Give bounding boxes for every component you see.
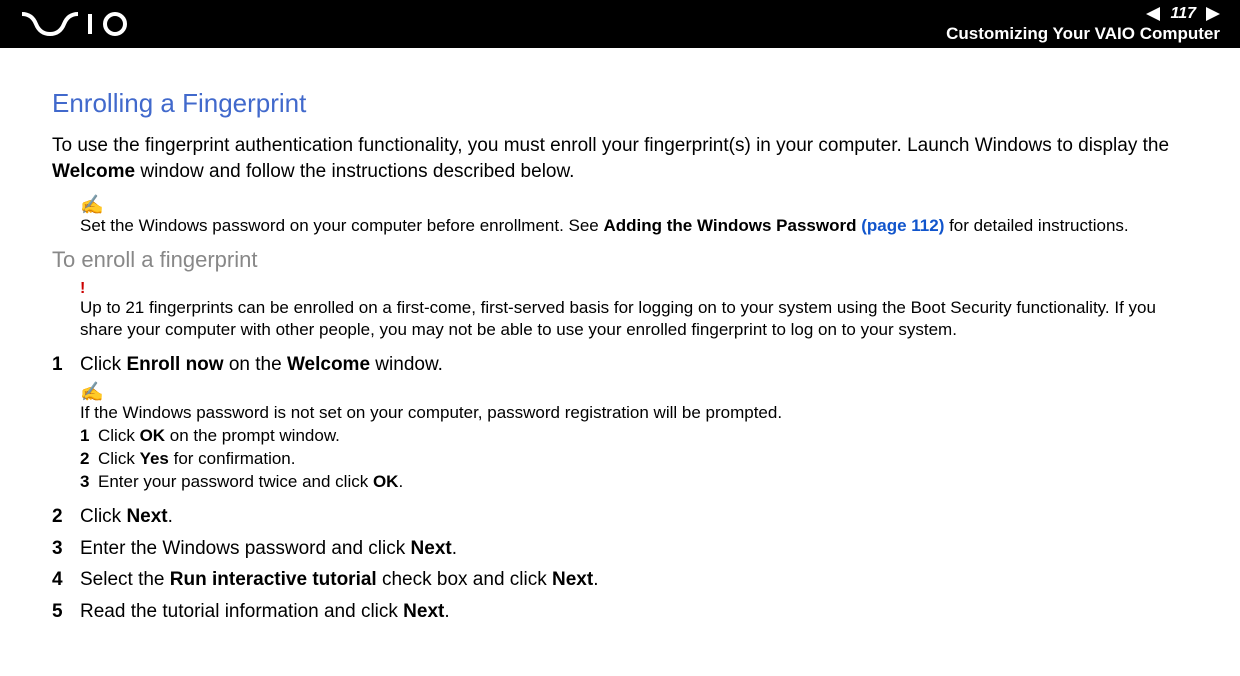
text-bold: Next xyxy=(403,601,444,622)
sub-step-number: 2 xyxy=(80,448,98,471)
text-part: . xyxy=(593,569,598,590)
header-bar: 117 Customizing Your VAIO Computer xyxy=(0,0,1240,48)
text-bold: Enroll now xyxy=(126,354,223,375)
step-5: 5 Read the tutorial information and clic… xyxy=(52,599,1188,625)
step-text: Click Next. xyxy=(80,504,1188,530)
text-bold: Welcome xyxy=(287,354,370,375)
step-text: Enter the Windows password and click Nex… xyxy=(80,536,1188,562)
step-text: Select the Run interactive tutorial chec… xyxy=(80,567,1188,593)
text-part: . xyxy=(168,506,173,527)
step-number: 4 xyxy=(52,567,80,593)
intro-text-part: To use the fingerprint authentication fu… xyxy=(52,135,1169,156)
sub-step-text: Click OK on the prompt window. xyxy=(98,425,340,448)
sub-step-3: 3 Enter your password twice and click OK… xyxy=(80,471,1188,494)
text-bold: Run interactive tutorial xyxy=(170,569,377,590)
text-part: . xyxy=(444,601,449,622)
sub-step-number: 3 xyxy=(80,471,98,494)
text-part: on the xyxy=(224,354,287,375)
breadcrumb: Customizing Your VAIO Computer xyxy=(946,24,1220,44)
sub-step-text: Click Yes for confirmation. xyxy=(98,448,295,471)
step-number: 3 xyxy=(52,536,80,562)
intro-paragraph: To use the fingerprint authentication fu… xyxy=(52,133,1188,184)
note-text: Set the Windows password on your compute… xyxy=(80,215,1188,237)
page-title: Enrolling a Fingerprint xyxy=(52,88,1188,119)
sub-heading: To enroll a fingerprint xyxy=(52,247,1188,273)
alert-block: ! Up to 21 fingerprints can be enrolled … xyxy=(52,281,1188,341)
page-number: 117 xyxy=(1164,5,1202,23)
step-number: 5 xyxy=(52,599,80,625)
intro-bold: Welcome xyxy=(52,161,135,182)
text-bold: Yes xyxy=(140,449,169,468)
text-part: window. xyxy=(370,354,443,375)
step-3: 3 Enter the Windows password and click N… xyxy=(52,536,1188,562)
text-bold: Next xyxy=(411,538,452,559)
sub-note-text: If the Windows password is not set on yo… xyxy=(80,402,1188,425)
note-icon: ✍ xyxy=(80,383,1188,402)
page-nav: 117 xyxy=(1146,5,1220,23)
text-part: Click xyxy=(98,426,140,445)
text-part: Click xyxy=(80,506,126,527)
text-bold: OK xyxy=(140,426,166,445)
intro-text-part: window and follow the instructions descr… xyxy=(135,161,574,182)
text-part: Click xyxy=(80,354,126,375)
text-part: Click xyxy=(98,449,140,468)
text-part: for confirmation. xyxy=(169,449,296,468)
sub-step-2: 2 Click Yes for confirmation. xyxy=(80,448,1188,471)
text-part: . xyxy=(452,538,457,559)
text-part: on the prompt window. xyxy=(165,426,340,445)
text-part: Enter your password twice and click xyxy=(98,472,373,491)
text-part: check box and click xyxy=(377,569,552,590)
text-part: Read the tutorial information and click xyxy=(80,601,403,622)
text-part: . xyxy=(398,472,403,491)
step-text: Click Enroll now on the Welcome window. xyxy=(80,352,1188,378)
alert-text: Up to 21 fingerprints can be enrolled on… xyxy=(80,297,1188,341)
vaio-logo xyxy=(20,12,150,36)
text-part: Enter the Windows password and click xyxy=(80,538,411,559)
text-bold: Next xyxy=(552,569,593,590)
note-text-part: Set the Windows password on your compute… xyxy=(80,216,604,235)
note-block: ✍ Set the Windows password on your compu… xyxy=(52,196,1188,237)
step-2: 2 Click Next. xyxy=(52,504,1188,530)
nav-prev-icon[interactable] xyxy=(1146,7,1160,21)
step-text: Read the tutorial information and click … xyxy=(80,599,1188,625)
note-bold: Adding the Windows Password xyxy=(604,216,862,235)
sub-step-text: Enter your password twice and click OK. xyxy=(98,471,403,494)
content-area: Enrolling a Fingerprint To use the finge… xyxy=(0,48,1240,651)
note-icon: ✍ xyxy=(80,196,1188,215)
note-text-part: for detailed instructions. xyxy=(944,216,1128,235)
text-part: Select the xyxy=(80,569,170,590)
step-number: 2 xyxy=(52,504,80,530)
sub-step-1: 1 Click OK on the prompt window. xyxy=(80,425,1188,448)
page-link[interactable]: (page 112) xyxy=(861,216,944,235)
vaio-logo-svg xyxy=(20,12,150,36)
alert-icon: ! xyxy=(80,281,1188,297)
step-number: 1 xyxy=(52,352,80,378)
step-4: 4 Select the Run interactive tutorial ch… xyxy=(52,567,1188,593)
text-bold: OK xyxy=(373,472,399,491)
text-bold: Next xyxy=(126,506,167,527)
header-right: 117 Customizing Your VAIO Computer xyxy=(946,5,1220,44)
sub-note-block: ✍ If the Windows password is not set on … xyxy=(52,383,1188,494)
sub-step-number: 1 xyxy=(80,425,98,448)
nav-next-icon[interactable] xyxy=(1206,7,1220,21)
step-1: 1 Click Enroll now on the Welcome window… xyxy=(52,352,1188,378)
